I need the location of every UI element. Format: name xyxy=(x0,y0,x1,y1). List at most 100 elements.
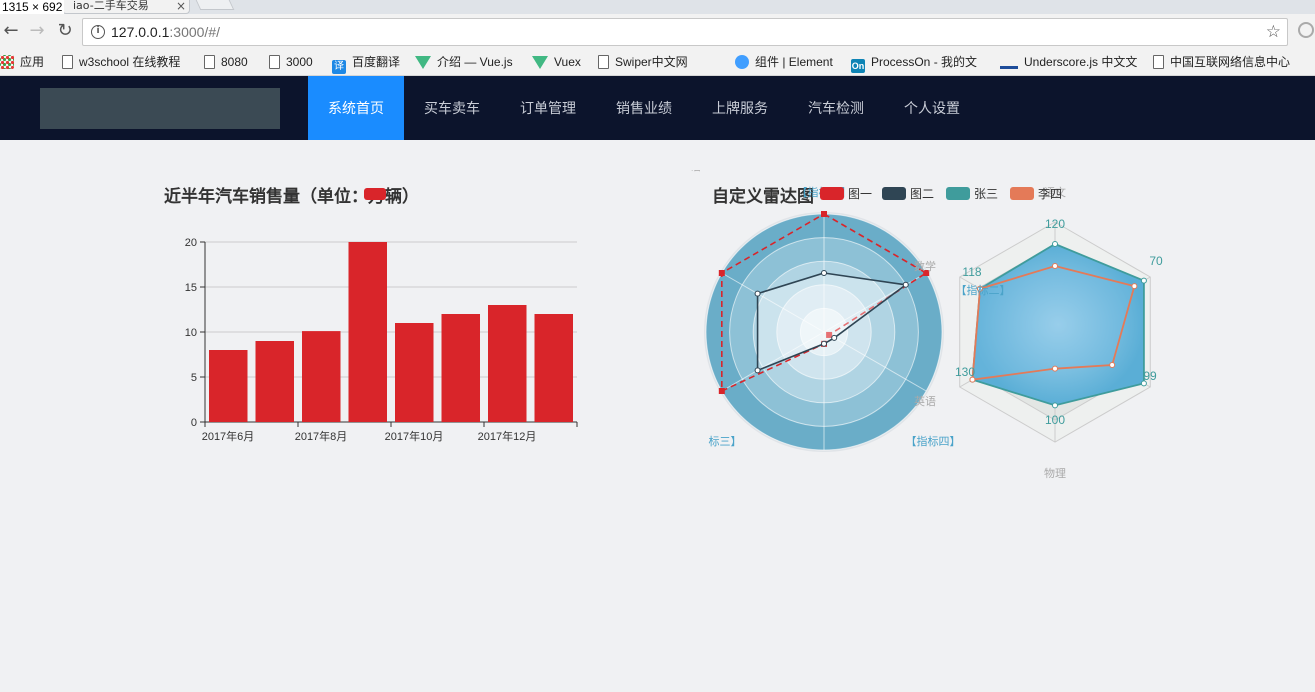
bookmark-label: 中国互联网络信息中心 xyxy=(1170,55,1291,69)
bar xyxy=(348,242,387,422)
radar-value-label: 120 xyxy=(1045,217,1065,231)
page-icon xyxy=(62,55,73,69)
bookmarks-bar: 应用 w3school 在线教程 8080 3000 译百度翻译 介绍 — Vue.js V… xyxy=(0,48,1315,76)
radar-point xyxy=(1052,402,1058,409)
radar-indicator-label: 【指标四】 xyxy=(906,434,961,448)
bookmark-label: ProcessOn - 我的文 xyxy=(871,55,978,69)
radar-point xyxy=(754,290,761,297)
legend-swatch xyxy=(364,188,386,200)
bar xyxy=(209,350,248,422)
bookmark-item[interactable]: 应用 xyxy=(0,53,44,71)
bar-chart: 0 5 10 15 20 2017年6月 2017年8月 2017年10月 2017年12月 xyxy=(185,188,578,443)
page-icon xyxy=(1153,55,1164,69)
radar-point xyxy=(821,211,827,217)
radar-point xyxy=(718,270,725,276)
bar xyxy=(255,341,294,422)
radar-indicator-label: 英语 xyxy=(690,170,701,173)
bar xyxy=(534,314,573,422)
radar-chart: 【指标一】数学英语【指标四】标三】1207099100130118语文英语物理【… xyxy=(690,170,1163,480)
screenshot-size-label: 1315 × 692 xyxy=(0,0,65,14)
bookmark-item[interactable]: 8080 xyxy=(204,53,248,71)
nav-item-settings[interactable]: 个人设置 xyxy=(884,76,980,140)
y-tick-label: 10 xyxy=(185,327,197,339)
nav-item-plates[interactable]: 上牌服务 xyxy=(692,76,788,140)
radar-indicator-label: 【指标二】 xyxy=(956,283,1011,297)
legend-label: 李四 xyxy=(1038,186,1062,201)
x-tick-label: 2017年8月 xyxy=(295,429,348,443)
nav-item-buy-sell[interactable]: 买车卖车 xyxy=(404,76,500,140)
apps-grid-icon xyxy=(0,55,14,69)
bookmark-item[interactable]: w3school 在线教程 xyxy=(62,53,180,71)
radar-point xyxy=(754,367,761,374)
bookmark-label: Vuex xyxy=(554,55,581,69)
page-icon xyxy=(598,55,609,69)
bookmark-item[interactable]: Vuex xyxy=(532,53,581,71)
x-tick-label: 2017年10月 xyxy=(385,429,444,443)
radar-indicator-label: 标三】 xyxy=(709,434,742,448)
bookmark-item[interactable]: Underscore.js 中文文 xyxy=(1000,53,1137,71)
bookmark-label: 介绍 — Vue.js xyxy=(437,55,513,69)
y-tick-label: 0 xyxy=(191,417,197,429)
radar-point xyxy=(1109,362,1116,368)
radar-value-label: 99 xyxy=(1143,369,1157,383)
radar-point xyxy=(821,270,827,276)
bookmark-label: 3000 xyxy=(286,55,313,69)
radar-point xyxy=(902,281,909,288)
bookmark-item[interactable]: 组件 | Element xyxy=(735,53,833,71)
underscore-icon xyxy=(1000,59,1018,69)
bookmark-label: 百度翻译 xyxy=(352,55,401,69)
bookmark-item[interactable]: 3000 xyxy=(269,53,313,71)
radar-point xyxy=(718,388,725,394)
x-tick-label: 2017年6月 xyxy=(202,429,255,443)
logo[interactable] xyxy=(40,88,280,129)
radar-point xyxy=(1140,277,1147,284)
nav-item-inspection[interactable]: 汽车检测 xyxy=(788,76,884,140)
radar-indicator-label: 英语 xyxy=(914,394,936,408)
radar-point xyxy=(1052,365,1058,372)
bookmark-label: Swiper中文网 xyxy=(615,55,688,69)
app-header: 系统首页 买车卖车 订单管理 销售业绩 上牌服务 汽车检测 个人设置 xyxy=(0,76,1315,140)
browser-toolbar: ← → ↻ i 127.0.0.1:3000/#/ ☆ xyxy=(0,14,1315,48)
page-icon xyxy=(204,55,215,69)
translate-icon: 译 xyxy=(332,60,346,74)
bookmark-item[interactable]: 中国互联网络信息中心 xyxy=(1153,53,1290,71)
info-icon[interactable]: i xyxy=(91,25,105,39)
processon-icon: On xyxy=(851,59,865,73)
bookmark-item[interactable]: On ProcessOn - 我的文 xyxy=(851,53,978,73)
page-icon xyxy=(269,55,280,69)
legend-swatch xyxy=(882,187,906,200)
bookmark-star-icon[interactable]: ☆ xyxy=(1266,22,1281,42)
browser-tab[interactable]: iao-二手车交易 xyxy=(62,0,190,14)
bar xyxy=(488,305,527,422)
legend-label: 图一 xyxy=(848,187,872,201)
legend-swatch xyxy=(820,187,844,200)
radar-point xyxy=(1131,283,1138,290)
new-tab-button[interactable] xyxy=(195,0,235,10)
bookmark-item[interactable]: 译百度翻译 xyxy=(332,53,401,74)
legend-label: 图二 xyxy=(910,187,934,201)
radar-point xyxy=(1052,263,1058,269)
tab-close-icon[interactable]: × xyxy=(176,0,186,12)
url-text[interactable]: 127.0.0.1:3000/#/ xyxy=(111,23,220,41)
radar-point xyxy=(1052,241,1058,247)
tab-title: iao-二手车交易 xyxy=(73,0,149,12)
nav-item-sales[interactable]: 销售业绩 xyxy=(596,76,692,140)
radar-point xyxy=(821,340,827,347)
bar xyxy=(302,331,341,422)
legend-swatch xyxy=(946,187,970,200)
vue-icon xyxy=(415,56,431,69)
legend-label: 张三 xyxy=(974,187,998,201)
y-tick-label: 20 xyxy=(185,237,197,249)
bookmark-item[interactable]: 介绍 — Vue.js xyxy=(415,53,513,71)
bookmark-item[interactable]: Swiper中文网 xyxy=(598,53,688,71)
extension-icon[interactable] xyxy=(1298,22,1314,38)
vue-icon xyxy=(532,56,548,69)
radar-value-label: 100 xyxy=(1045,413,1065,427)
address-bar[interactable]: i 127.0.0.1:3000/#/ ☆ xyxy=(82,18,1288,46)
nav-item-home[interactable]: 系统首页 xyxy=(308,76,404,140)
reload-icon[interactable]: ↻ xyxy=(54,20,76,42)
nav-item-orders[interactable]: 订单管理 xyxy=(500,76,596,140)
forward-arrow-icon[interactable]: → xyxy=(26,20,48,42)
back-arrow-icon[interactable]: ← xyxy=(0,20,22,42)
radar-value-label: 118 xyxy=(962,265,981,279)
